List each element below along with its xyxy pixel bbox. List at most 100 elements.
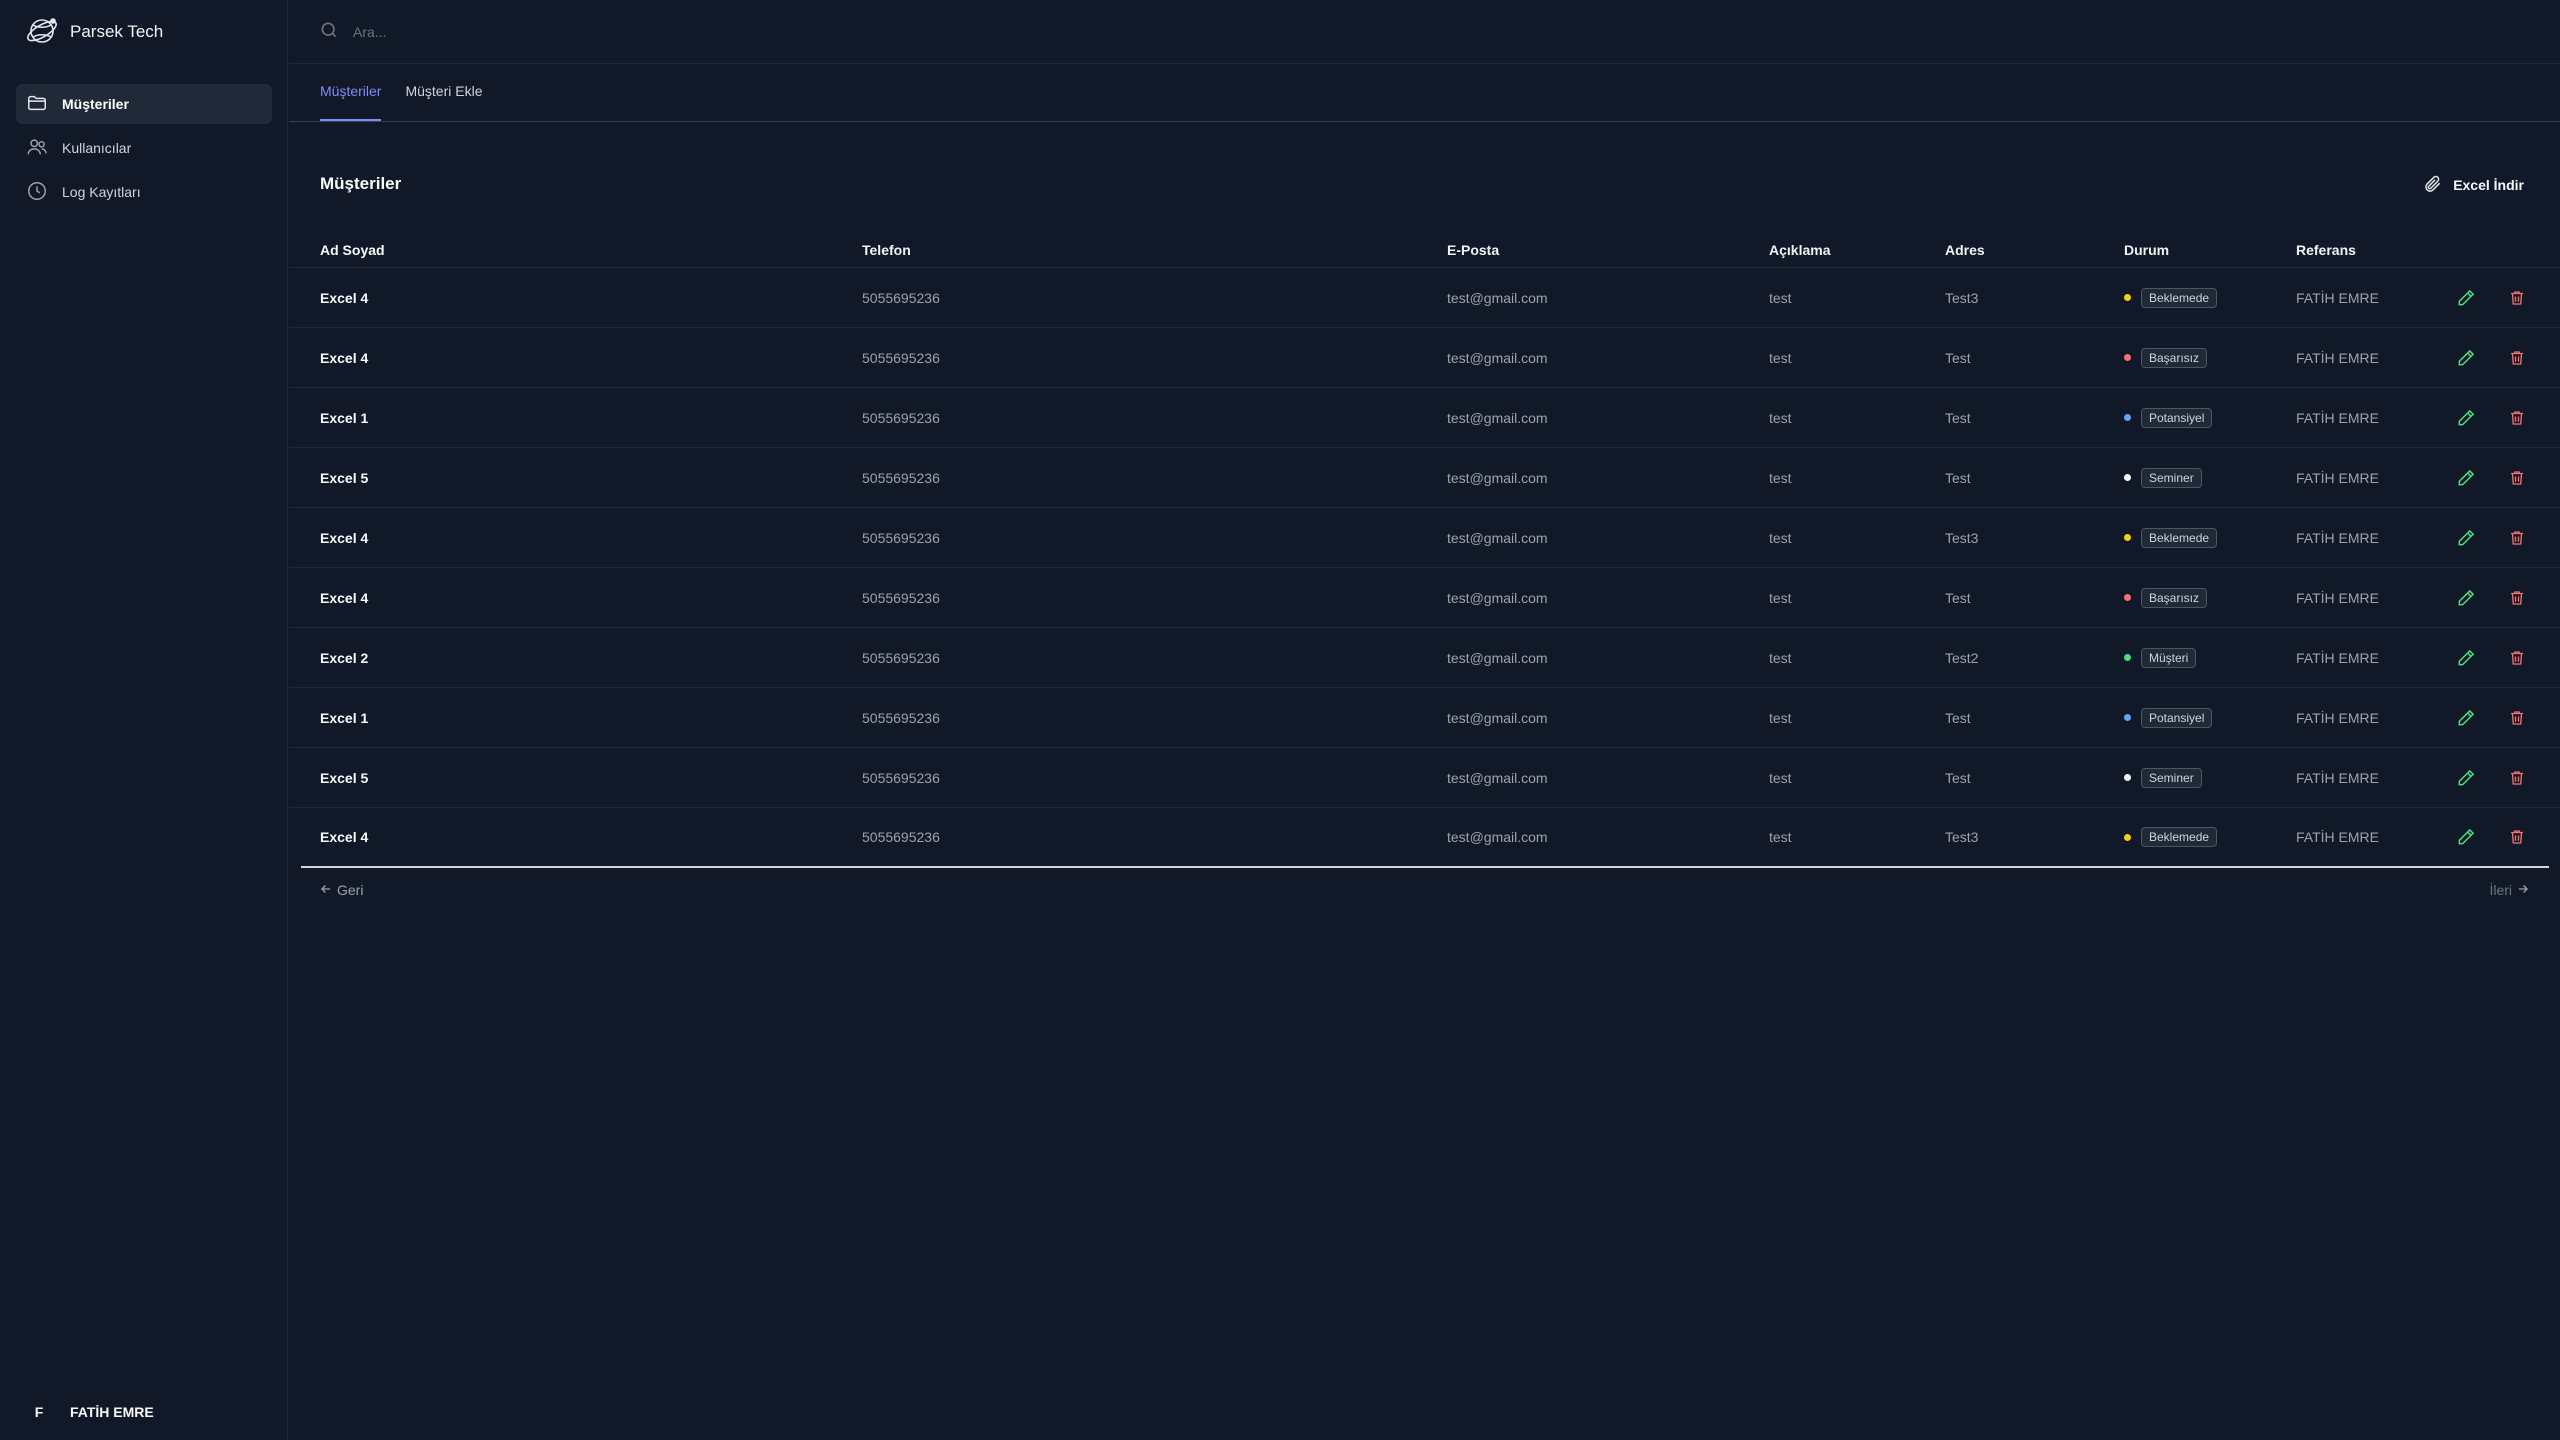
pagination: Geri İleri xyxy=(319,880,2530,900)
sidebar-item-label: Kullanıcılar xyxy=(62,140,132,156)
users-icon xyxy=(26,136,48,161)
cell-name: Excel 4 xyxy=(320,529,369,546)
tabs: Müşteriler Müşteri Ekle xyxy=(289,65,2560,122)
cell-address: Test xyxy=(1945,349,1971,366)
pencil-icon[interactable] xyxy=(2456,348,2476,368)
trash-icon[interactable] xyxy=(2508,529,2526,547)
column-header-ad-soyad: Ad Soyad xyxy=(320,241,385,258)
table-row[interactable]: Excel 1 5055695236 test@gmail.com test Test P… xyxy=(289,388,2560,448)
trash-icon[interactable] xyxy=(2508,409,2526,427)
cell-address: Test3 xyxy=(1945,829,1979,845)
table-body: Excel 4 5055695236 test@gmail.com test Test3… xyxy=(289,268,2560,868)
cell-name: Excel 5 xyxy=(320,769,369,786)
cell-address: Test xyxy=(1945,589,1971,606)
customers-table: Ad Soyad Telefon E-Posta Açıklama Adres … xyxy=(289,232,2560,868)
status-badge: Seminer xyxy=(2141,467,2202,488)
pencil-icon[interactable] xyxy=(2456,408,2476,428)
table-row[interactable]: Excel 5 5055695236 test@gmail.com test Test S… xyxy=(289,748,2560,808)
cell-address: Test xyxy=(1945,469,1971,486)
table-row[interactable]: Excel 2 5055695236 test@gmail.com test Test2… xyxy=(289,628,2560,688)
cell-description: test xyxy=(1769,409,1792,426)
cell-status: Potansiyel xyxy=(2124,707,2213,728)
table-row[interactable]: Excel 1 5055695236 test@gmail.com test Test P… xyxy=(289,688,2560,748)
next-page-button[interactable]: İleri xyxy=(2489,882,2530,899)
trash-icon[interactable] xyxy=(2508,769,2526,787)
cell-address: Test xyxy=(1945,409,1971,426)
cell-address: Test2 xyxy=(1945,649,1979,666)
topbar xyxy=(289,0,2560,64)
cell-reference: FATİH EMRE xyxy=(2296,349,2379,366)
table-row[interactable]: Excel 4 5055695236 test@gmail.com test Test B… xyxy=(289,328,2560,388)
status-badge: Potansiyel xyxy=(2141,707,2213,728)
cell-description: test xyxy=(1769,769,1792,786)
brand[interactable]: Parsek Tech xyxy=(24,14,163,50)
table-row[interactable]: Excel 4 5055695236 test@gmail.com test Test3… xyxy=(289,508,2560,568)
brand-name: Parsek Tech xyxy=(70,22,164,41)
cell-reference: FATİH EMRE xyxy=(2296,409,2379,426)
cell-name: Excel 4 xyxy=(320,589,369,606)
cell-status: Beklemede xyxy=(2124,827,2218,847)
table-row[interactable]: Excel 5 5055695236 test@gmail.com test Test S… xyxy=(289,448,2560,508)
trash-icon[interactable] xyxy=(2508,469,2526,487)
paperclip-icon xyxy=(2423,174,2443,197)
sidebar-item-kullanicilar[interactable]: Kullanıcılar xyxy=(16,128,272,168)
user-profile[interactable]: F FATİH EMRE xyxy=(32,1400,154,1424)
cell-email: test@gmail.com xyxy=(1447,649,1548,666)
cell-phone: 5055695236 xyxy=(862,769,940,786)
cell-phone: 5055695236 xyxy=(862,349,940,366)
cell-email: test@gmail.com xyxy=(1447,469,1548,486)
pencil-icon[interactable] xyxy=(2456,288,2476,308)
column-header-adres: Adres xyxy=(1945,241,1985,258)
cell-name: Excel 2 xyxy=(320,649,369,666)
sidebar-item-log-kayitlari[interactable]: Log Kayıtları xyxy=(16,172,272,212)
cell-description: test xyxy=(1769,289,1792,306)
trash-icon[interactable] xyxy=(2508,709,2526,727)
cell-description: test xyxy=(1769,829,1792,845)
cell-email: test@gmail.com xyxy=(1447,409,1548,426)
table-row[interactable]: Excel 4 5055695236 test@gmail.com test Test3… xyxy=(301,808,2549,868)
cell-reference: FATİH EMRE xyxy=(2296,529,2379,546)
status-dot xyxy=(2124,414,2131,421)
status-badge: Seminer xyxy=(2141,767,2202,788)
cell-phone: 5055695236 xyxy=(862,409,940,426)
trash-icon[interactable] xyxy=(2508,649,2526,667)
cell-email: test@gmail.com xyxy=(1447,769,1548,786)
sidebar-nav: Müşteriler Kullanıcılar Log Kayıtları xyxy=(16,84,272,216)
cell-description: test xyxy=(1769,589,1792,606)
status-dot xyxy=(2124,474,2131,481)
trash-icon[interactable] xyxy=(2508,289,2526,307)
excel-download-button[interactable]: Excel İndir xyxy=(2423,172,2524,198)
prev-page-button[interactable]: Geri xyxy=(319,882,363,899)
pencil-icon[interactable] xyxy=(2456,827,2476,847)
trash-icon[interactable] xyxy=(2508,828,2526,846)
cell-reference: FATİH EMRE xyxy=(2296,289,2379,306)
cell-description: test xyxy=(1769,349,1792,366)
status-dot xyxy=(2124,534,2131,541)
pencil-icon[interactable] xyxy=(2456,648,2476,668)
cell-status: Potansiyel xyxy=(2124,407,2213,428)
pencil-icon[interactable] xyxy=(2456,468,2476,488)
trash-icon[interactable] xyxy=(2508,589,2526,607)
status-dot xyxy=(2124,774,2131,781)
pencil-icon[interactable] xyxy=(2456,588,2476,608)
cell-email: test@gmail.com xyxy=(1447,529,1548,546)
table-row[interactable]: Excel 4 5055695236 test@gmail.com test Test B… xyxy=(289,568,2560,628)
sidebar-item-musteriler[interactable]: Müşteriler xyxy=(16,84,272,124)
pencil-icon[interactable] xyxy=(2456,528,2476,548)
cell-name: Excel 1 xyxy=(320,409,369,426)
tab-musteri-ekle[interactable]: Müşteri Ekle xyxy=(405,83,482,121)
cell-name: Excel 5 xyxy=(320,469,369,486)
cell-phone: 5055695236 xyxy=(862,589,940,606)
status-dot xyxy=(2124,833,2131,841)
pencil-icon[interactable] xyxy=(2456,768,2476,788)
pencil-icon[interactable] xyxy=(2456,708,2476,728)
table-row[interactable]: Excel 4 5055695236 test@gmail.com test Test3… xyxy=(289,268,2560,328)
search-input[interactable] xyxy=(353,23,753,40)
globe-satellite-icon xyxy=(24,13,60,52)
status-badge: Başarısız xyxy=(2141,587,2208,608)
trash-icon[interactable] xyxy=(2508,349,2526,367)
avatar: F xyxy=(34,1404,44,1420)
status-badge: Potansiyel xyxy=(2141,407,2213,428)
cell-reference: FATİH EMRE xyxy=(2296,589,2379,606)
tab-musteriler[interactable]: Müşteriler xyxy=(320,83,382,121)
